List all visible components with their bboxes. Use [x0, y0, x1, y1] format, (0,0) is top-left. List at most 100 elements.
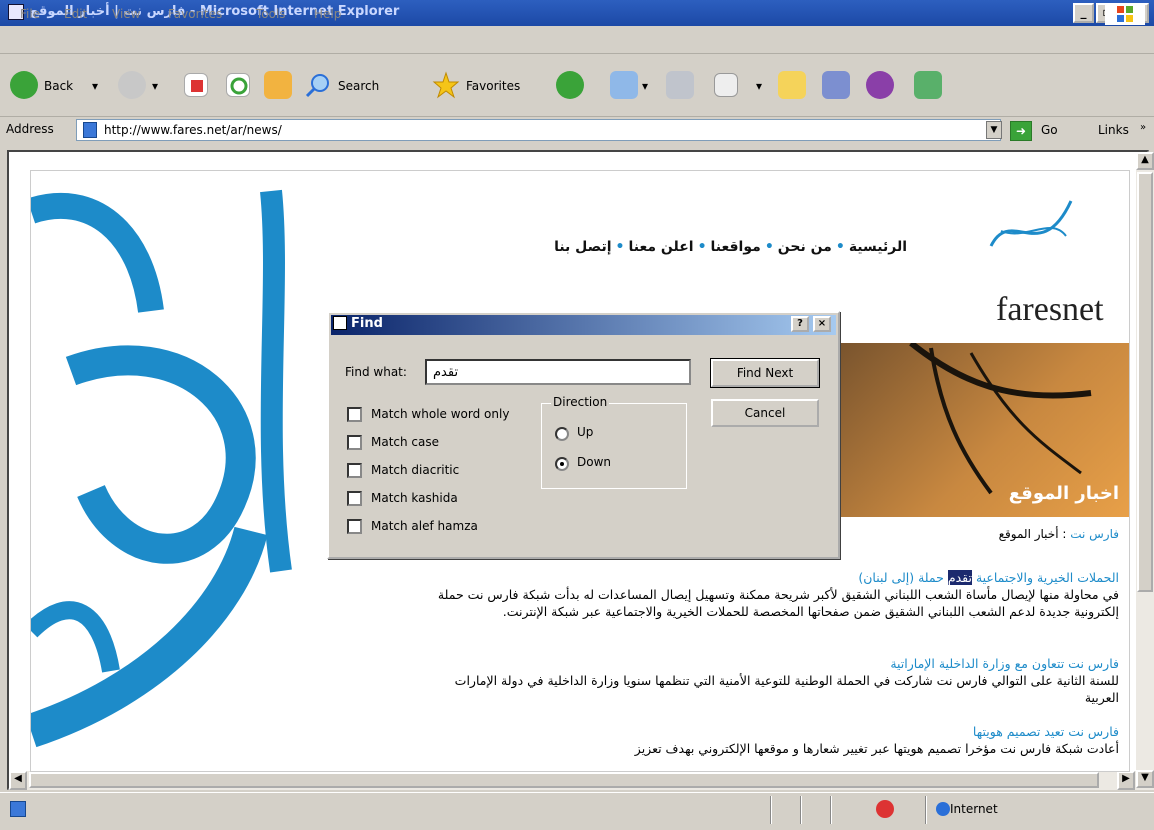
search-highlight: تقدم	[947, 570, 972, 585]
page-status-icon	[10, 801, 26, 817]
status-divider	[830, 796, 832, 824]
menu-favorites[interactable]: Favorites	[168, 7, 222, 21]
breadcrumb: فارس نت : أخبار الموقع	[999, 527, 1119, 541]
back-arrow-icon[interactable]	[10, 71, 38, 99]
popup-blocked-icon[interactable]	[876, 800, 894, 818]
help-button[interactable]: ?	[791, 316, 809, 332]
go-arrow-icon[interactable]: ➜	[1010, 121, 1032, 141]
hscroll-thumb[interactable]	[29, 772, 1099, 788]
scroll-down-icon[interactable]: ▼	[1136, 770, 1154, 788]
search-icon[interactable]	[304, 71, 332, 99]
find-what-label: Find what:	[345, 365, 407, 379]
find-what-input[interactable]: تقدم	[425, 359, 691, 385]
nav-home[interactable]: الرئيسية	[849, 239, 907, 255]
mail-dropdown-icon[interactable]: ▾	[642, 79, 648, 93]
breadcrumb-site-link[interactable]: فارس نت	[1070, 527, 1119, 541]
scroll-thumb[interactable]	[1137, 172, 1153, 592]
links-button[interactable]: Links	[1098, 123, 1129, 137]
match-case-label[interactable]: Match case	[371, 435, 439, 449]
page-icon	[83, 122, 97, 138]
match-diacritic-checkbox[interactable]	[347, 463, 362, 478]
direction-up-radio[interactable]	[555, 427, 569, 441]
match-alef-hamza-checkbox[interactable]	[347, 519, 362, 534]
messenger-buddy-icon[interactable]	[914, 71, 942, 99]
match-alef-hamza-label[interactable]: Match alef hamza	[371, 519, 478, 533]
address-dropdown-icon[interactable]: ▼	[986, 121, 1002, 139]
messenger-icon[interactable]	[866, 71, 894, 99]
match-diacritic-label[interactable]: Match diacritic	[371, 463, 459, 477]
favorites-star-icon[interactable]	[432, 71, 460, 99]
vertical-scrollbar[interactable]: ▲ ▼	[1136, 152, 1154, 790]
status-divider	[770, 796, 772, 824]
discuss-icon[interactable]	[778, 71, 806, 99]
history-icon[interactable]	[556, 71, 584, 99]
cancel-button[interactable]: Cancel	[711, 399, 819, 427]
windows-logo-icon	[1105, 3, 1145, 25]
news-body: في محاولة منها لإيصال مأساة الشعب اللبنا…	[437, 587, 1119, 619]
status-divider	[800, 796, 802, 824]
home-icon[interactable]	[264, 71, 292, 99]
menu-edit[interactable]: Edit	[64, 7, 87, 21]
direction-label: Direction	[551, 395, 610, 409]
research-icon[interactable]	[822, 71, 850, 99]
scroll-up-icon[interactable]: ▲	[1136, 152, 1154, 170]
direction-down-label[interactable]: Down	[577, 455, 611, 469]
menu-tools[interactable]: Tools	[256, 7, 286, 21]
match-whole-word-checkbox[interactable]	[347, 407, 362, 422]
nav-about[interactable]: من نحن	[778, 239, 832, 255]
print-icon[interactable]	[666, 71, 694, 99]
news-item: فارس نت تعيد تصميم هويتها أعادت شبكة فار…	[419, 723, 1119, 757]
site-navigation: الرئيسية•من نحن•مواقعنا•اعلن معنا•إتصل ب…	[554, 239, 907, 255]
scroll-left-icon[interactable]: ◀	[9, 771, 27, 790]
faresnet-logo-calligraphy	[981, 186, 1081, 266]
site-logo[interactable]: faresnet	[996, 291, 1104, 329]
menu-view[interactable]: View	[112, 7, 140, 21]
address-url[interactable]: http://www.fares.net/ar/news/	[104, 123, 282, 137]
nav-contact[interactable]: إتصل بنا	[554, 239, 611, 255]
news-item: فارس نت تتعاون مع وزارة الداخلية الإمارا…	[419, 655, 1119, 706]
find-next-button[interactable]: Find Next	[710, 358, 820, 388]
find-dialog-titlebar[interactable]	[331, 315, 836, 335]
news-item: الحملات الخيرية والاجتماعية تقدم حملة (إ…	[419, 569, 1119, 620]
match-whole-word-label[interactable]: Match whole word only	[371, 407, 509, 421]
breadcrumb-separator: :	[1058, 527, 1071, 541]
match-case-checkbox[interactable]	[347, 435, 362, 450]
go-button[interactable]: Go	[1041, 123, 1058, 137]
edit-icon[interactable]	[714, 73, 738, 97]
find-dialog-title: Find	[351, 316, 383, 331]
forward-arrow-icon[interactable]	[118, 71, 146, 99]
forward-dropdown-icon[interactable]: ▾	[152, 79, 158, 93]
match-kashida-label[interactable]: Match kashida	[371, 491, 458, 505]
news-heading-link[interactable]: فارس نت تتعاون مع وزارة الداخلية الإمارا…	[419, 655, 1119, 672]
news-heading-link[interactable]: فارس نت تعيد تصميم هويتها	[419, 723, 1119, 740]
stop-icon[interactable]	[184, 73, 208, 97]
mail-icon[interactable]	[610, 71, 638, 99]
direction-up-label[interactable]: Up	[577, 425, 593, 439]
refresh-icon[interactable]	[226, 73, 250, 97]
news-heading-link[interactable]: الحملات الخيرية والاجتماعية تقدم حملة (إ…	[419, 569, 1119, 586]
status-divider	[925, 796, 927, 824]
chevron-more-icon[interactable]: »	[1140, 122, 1146, 133]
minimize-button[interactable]: _	[1073, 3, 1094, 23]
find-dialog: Find ? × Find what: تقدم Find Next Cance…	[327, 311, 840, 559]
nav-sites[interactable]: مواقعنا	[711, 239, 761, 255]
edit-dropdown-icon[interactable]: ▾	[756, 79, 762, 93]
news-body: أعادت شبكة فارس نت مؤخرا تصميم هويتها عب…	[634, 741, 1119, 756]
scroll-right-icon[interactable]: ▶	[1117, 771, 1135, 790]
back-button-label[interactable]: Back	[44, 79, 73, 93]
horizontal-scrollbar[interactable]: ◀ ▶	[9, 771, 1136, 790]
favorites-button-label[interactable]: Favorites	[466, 79, 520, 93]
menu-bar	[0, 26, 1154, 54]
security-zone: Internet	[950, 802, 998, 816]
match-kashida-checkbox[interactable]	[347, 491, 362, 506]
news-body: للسنة الثانية على التوالي فارس نت شاركت …	[454, 673, 1119, 705]
back-dropdown-icon[interactable]: ▾	[92, 79, 98, 93]
nav-advertise[interactable]: اعلن معنا	[628, 239, 693, 255]
menu-file[interactable]: File	[20, 7, 40, 21]
internet-zone-icon	[936, 802, 950, 816]
search-button-label[interactable]: Search	[338, 79, 379, 93]
address-label: Address	[6, 122, 54, 136]
menu-help[interactable]: Help	[314, 7, 341, 21]
direction-down-radio[interactable]	[555, 457, 569, 471]
find-close-button[interactable]: ×	[813, 316, 831, 332]
